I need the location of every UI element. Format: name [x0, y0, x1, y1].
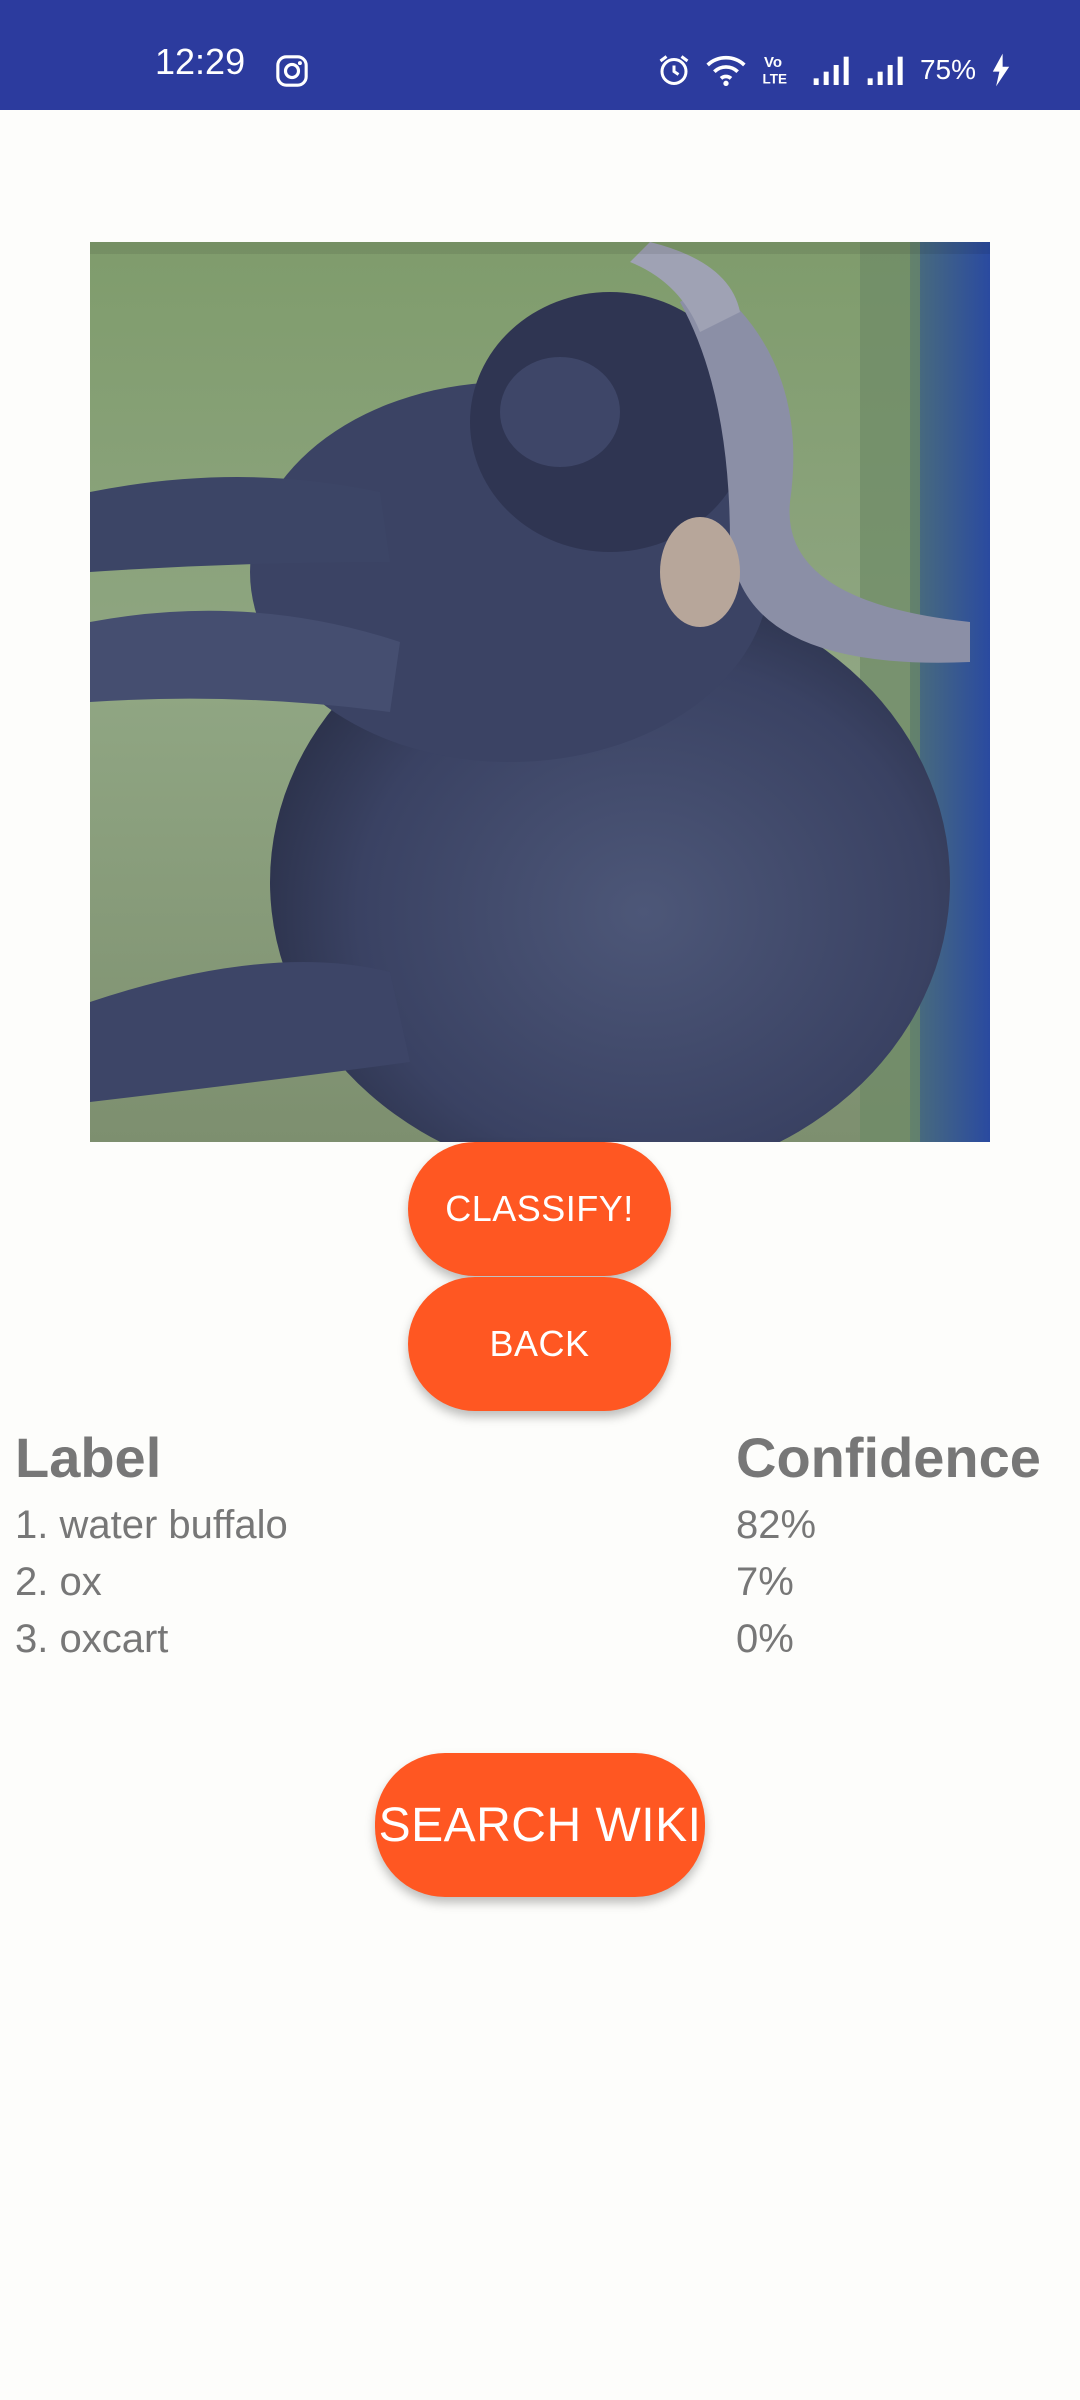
status-bar: 12:29 Vo LTE 75% [0, 0, 1080, 110]
result-label: 3. oxcart [15, 1617, 169, 1661]
result-confidence: 7% [736, 1560, 794, 1604]
classify-button[interactable]: CLASSIFY! [408, 1142, 671, 1276]
signal-icon [867, 56, 903, 85]
result-label: 1. water buffalo [15, 1503, 288, 1547]
instagram-icon [276, 55, 308, 87]
status-icons: Vo LTE 75% [656, 48, 1012, 92]
confidence-header: Confidence [736, 1426, 1041, 1489]
search-wiki-button[interactable]: SEARCH WIKI [375, 1753, 705, 1897]
captured-photo [90, 242, 990, 1142]
svg-text:LTE: LTE [762, 72, 787, 87]
water-buffalo-photo [90, 242, 990, 1142]
signal-icon [813, 56, 849, 85]
charging-icon [992, 53, 1010, 87]
volte-icon: Vo LTE [762, 54, 787, 87]
battery-percent: 75% [919, 54, 976, 85]
svg-text:Vo: Vo [764, 54, 782, 71]
label-header: Label [15, 1426, 162, 1489]
result-confidence: 82% [736, 1503, 817, 1547]
wifi-icon [706, 55, 746, 86]
result-label: 2. ox [15, 1560, 102, 1604]
back-button[interactable]: BACK [408, 1277, 671, 1411]
result-confidence: 0% [736, 1617, 794, 1661]
status-time: 12:29 [155, 41, 246, 82]
alarm-icon [659, 55, 689, 85]
